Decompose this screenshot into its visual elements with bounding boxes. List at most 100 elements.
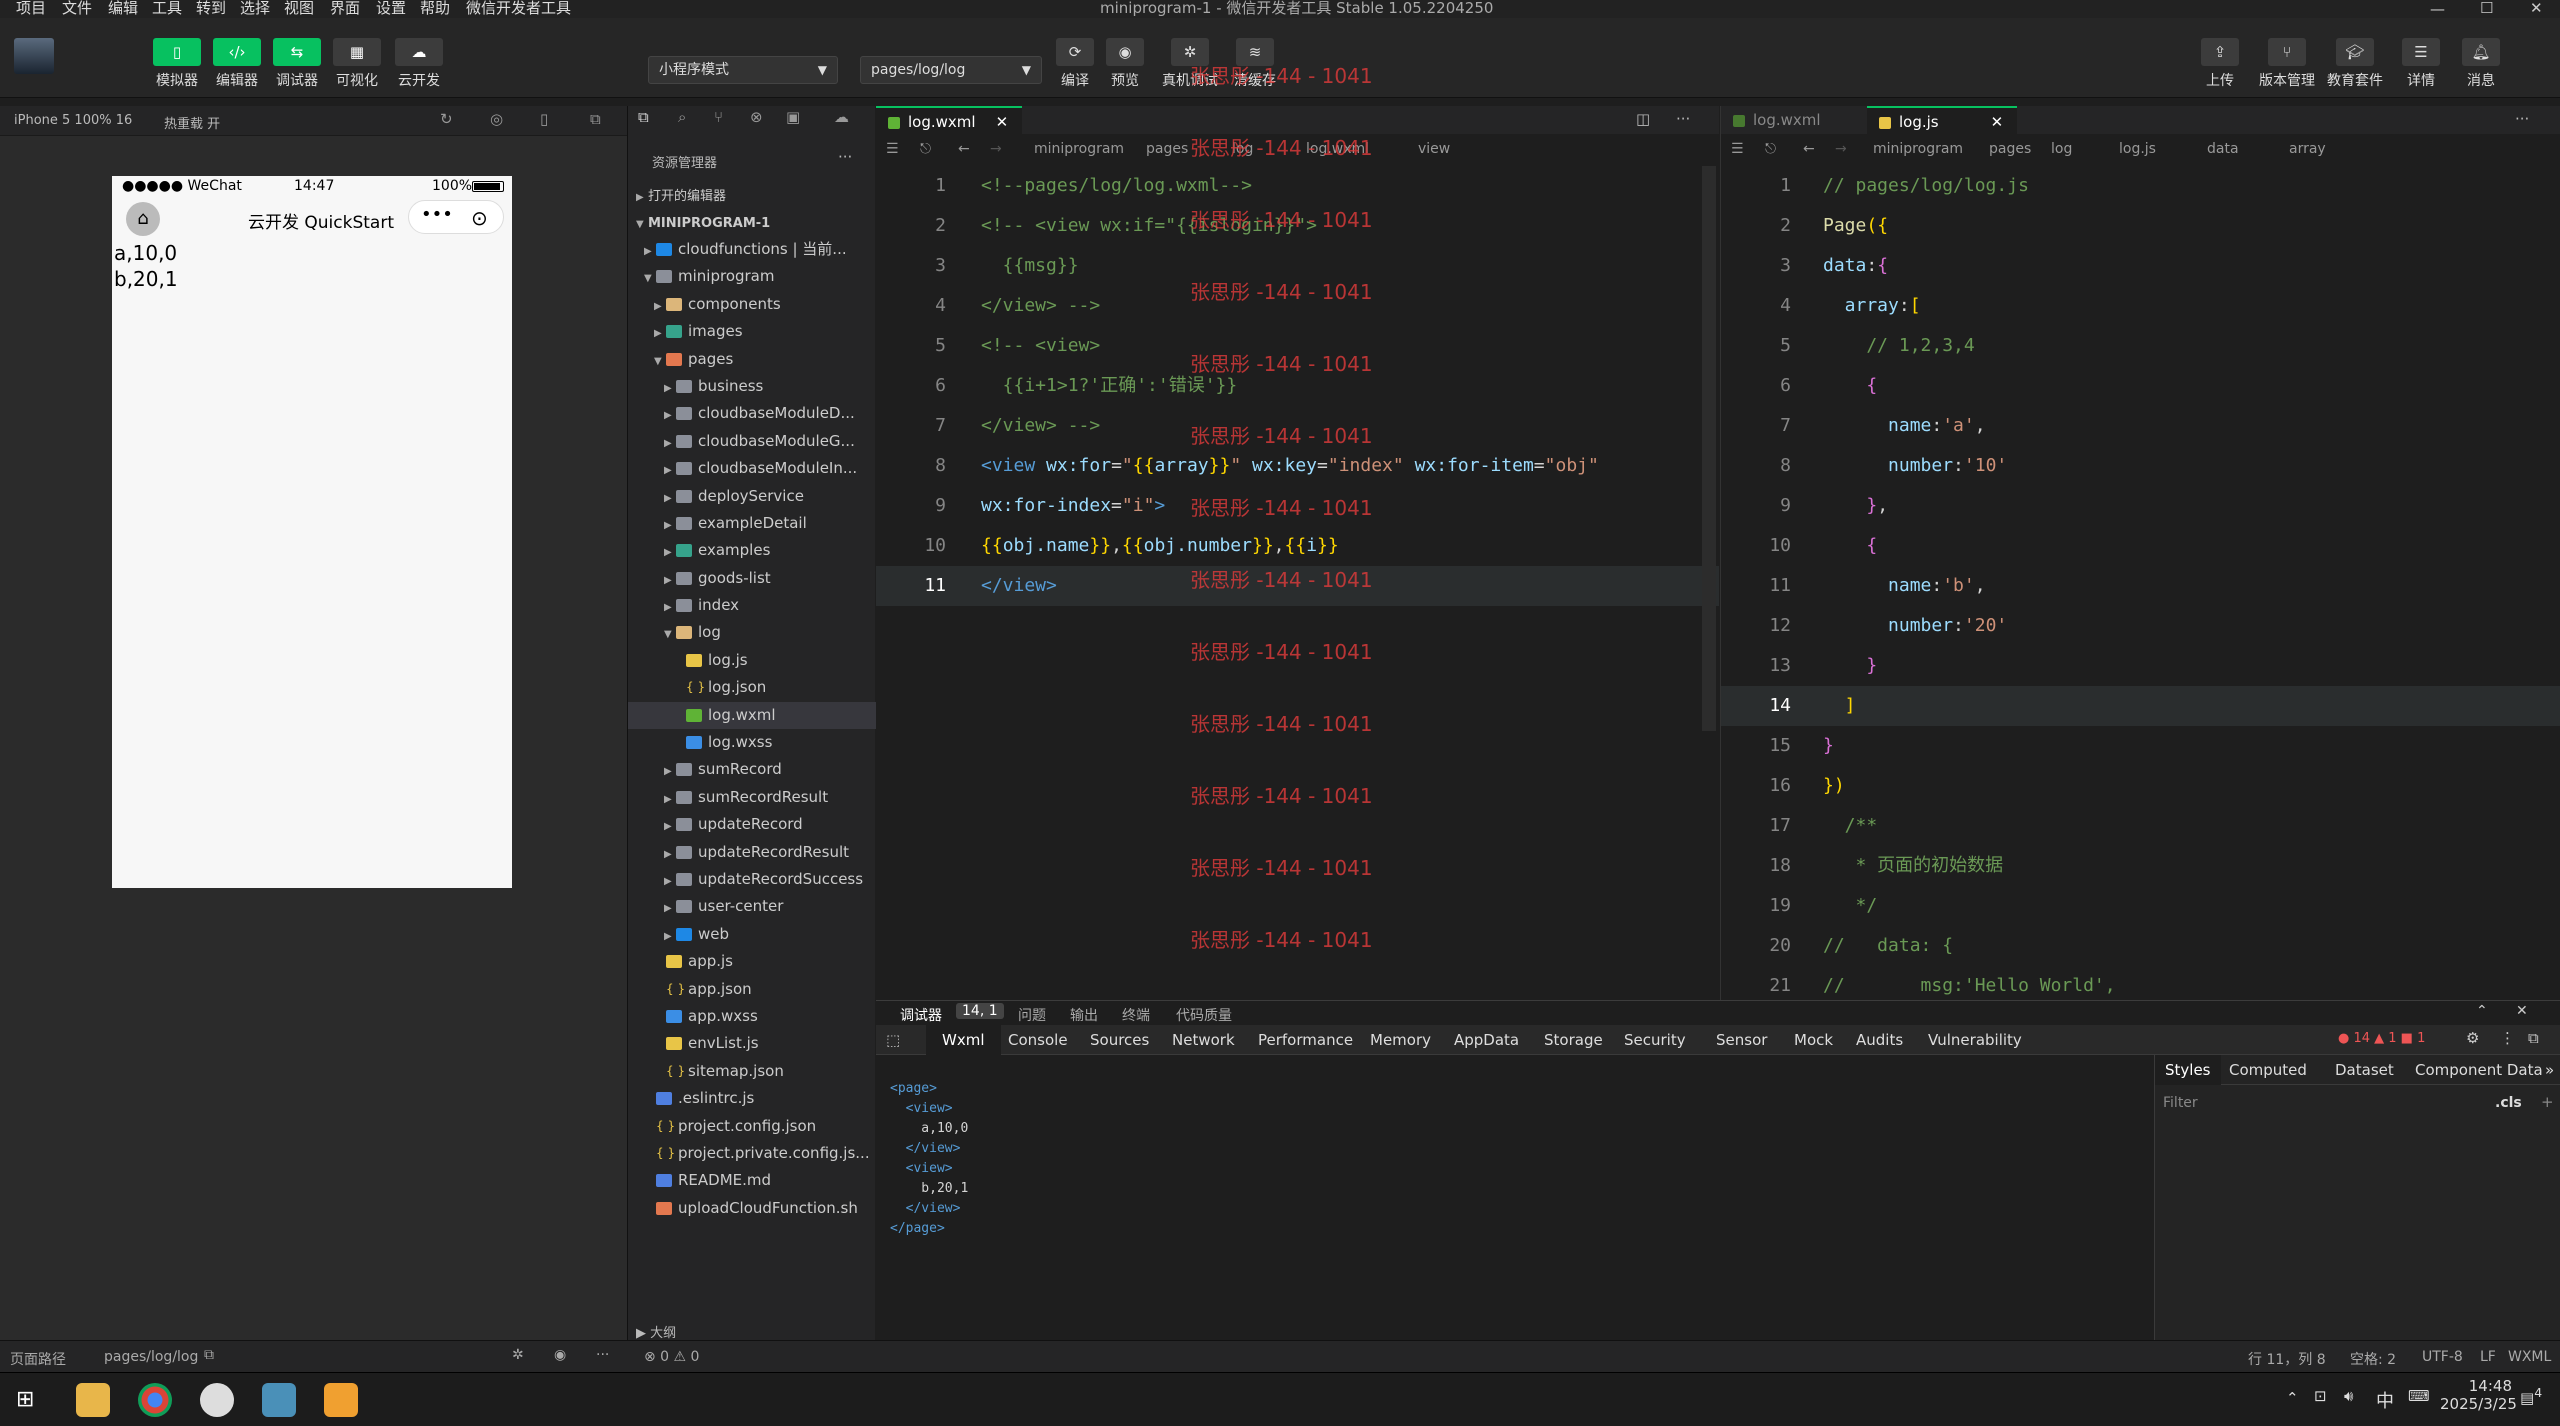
encoding[interactable]: UTF-8 [2422,1349,2463,1365]
keyboard-icon[interactable]: ⌨ [2408,1387,2430,1405]
files-icon[interactable]: ⧉ [638,108,649,126]
device-select[interactable]: iPhone 5 100% 16 [14,113,132,128]
wxml-node[interactable]: <page> [890,1079,968,1099]
tree-item[interactable]: ▶ images [628,318,876,345]
tree-item[interactable]: { } project.config.json [628,1113,876,1140]
forward-icon[interactable]: → [990,134,1002,164]
file-explorer-icon[interactable] [76,1383,110,1417]
education-button[interactable]: 🎓︎ 教育套件 [2320,38,2390,90]
bug-icon[interactable]: ✲ [512,1347,524,1363]
tab-security[interactable]: Security [1624,1025,1686,1055]
tab-sources[interactable]: Sources [1090,1025,1149,1055]
error-counts[interactable]: ● 14 ▲ 1 ■ 1 [2338,1031,2425,1046]
copy-icon[interactable]: ⧉ [204,1347,214,1363]
debug-icon[interactable]: ⊗ [750,108,763,126]
list-icon[interactable]: ☰ [1731,134,1744,164]
cls-button[interactable]: .cls [2495,1095,2522,1111]
rotate-icon[interactable]: ↻ [440,110,453,128]
home-icon[interactable]: ⌂ [126,202,160,236]
tree-item[interactable]: log.wxss [628,729,876,756]
tab-network[interactable]: Network [1172,1025,1235,1055]
tab-problems[interactable]: 问题 [1018,1005,1046,1025]
tree-item[interactable]: ▶ components [628,291,876,318]
hot-reload-toggle[interactable]: 热重载 开 [164,113,220,132]
tab-component-data[interactable]: Component Data [2415,1061,2543,1079]
upload-button[interactable]: ⇪ 上传 [2185,38,2255,90]
tree-item[interactable]: ▼ log [628,619,876,646]
menu-view[interactable]: 视图 [284,0,314,16]
tree-item[interactable]: ▶ index [628,592,876,619]
more-icon[interactable]: ··· [596,1347,609,1363]
more-icon[interactable]: ··· [838,148,852,166]
network-icon[interactable]: ⊡ [2314,1387,2327,1405]
tab-wxml[interactable]: Wxml [926,1025,1001,1055]
menu-goto[interactable]: 转到 [196,0,226,16]
menu-tools[interactable]: 工具 [152,0,182,16]
back-icon[interactable]: ← [958,134,970,164]
preview-button[interactable]: ◉ 预览 [1090,38,1160,90]
tab-output[interactable]: 输出 [1070,1005,1098,1025]
code-area[interactable]: 1// pages/log/log.js 2 Page({ 3 data:{ 4 a… [1721,166,2560,1006]
bookmark-icon[interactable]: ⎋ [920,134,931,164]
tree-item[interactable]: ▶ updateRecord [628,811,876,838]
plus-icon[interactable]: + [2541,1093,2554,1111]
tree-item[interactable]: { } project.private.config.js... [628,1140,876,1167]
tree-item[interactable]: log.wxml [628,701,876,730]
back-icon[interactable]: ← [1803,134,1815,164]
tree-item[interactable]: { } log.json [628,674,876,701]
wechat-icon[interactable] [200,1383,234,1417]
phone-icon[interactable]: ▯ [540,110,548,128]
tab-storage[interactable]: Storage [1544,1025,1603,1055]
minimize-icon[interactable]: — [2430,0,2445,18]
windows-start-icon[interactable]: ⊞ [16,1387,34,1412]
cursor-position[interactable]: 行 11，列 8 [2248,1349,2326,1369]
menu-help[interactable]: 帮助 [420,0,450,16]
line-ending[interactable]: LF [2480,1349,2496,1365]
language-mode[interactable]: WXML [2508,1349,2551,1365]
open-editors-section[interactable]: ▶ 打开的编辑器 ▼ MINIPROGRAM-1 [628,182,876,237]
real-device-debug-button[interactable]: ✲ 真机调试 [1155,38,1225,90]
dock-icon[interactable]: ⧉ [2528,1029,2539,1047]
volume-icon[interactable]: 🔊︎ [2344,1387,2353,1405]
tree-item[interactable]: envList.js [628,1030,876,1057]
wxml-tree[interactable]: <page> <view> a,10,0 </view> <view> b,20… [890,1079,968,1239]
tab-memory[interactable]: Memory [1370,1025,1431,1055]
tree-item[interactable]: ▶ updateRecordSuccess [628,866,876,893]
more-icon[interactable]: ··· [1676,110,1690,128]
close-icon[interactable]: ✕ [2530,0,2543,17]
tree-item[interactable]: ▶ examples [628,537,876,564]
clock[interactable]: 14:48 2025/3/25 [2440,1377,2517,1413]
list-icon[interactable]: ☰ [886,134,899,164]
wxml-node[interactable]: </view> [890,1139,968,1159]
tree-item[interactable]: ▶ sumRecordResult [628,784,876,811]
menu-project[interactable]: 项目 [16,0,46,16]
chevron-up-icon[interactable]: ⌃ [2476,1003,2488,1019]
menu-file[interactable]: 文件 [62,0,92,16]
page-path-label[interactable]: 页面路径 [10,1349,66,1369]
tree-item[interactable]: ▼ miniprogram [628,263,876,290]
ime-indicator[interactable]: 中 [2376,1387,2394,1413]
avatar[interactable] [14,38,54,74]
tab-styles[interactable]: Styles [2155,1055,2221,1085]
editor-button[interactable]: ‹/› 编辑器 [212,38,262,90]
tab-debugger[interactable]: 调试器 [900,1005,942,1025]
version-button[interactable]: ⑂ 版本管理 [2252,38,2322,90]
record-icon[interactable]: ◎ [490,110,503,128]
wxml-node[interactable]: </view> [890,1199,968,1219]
more-vertical-icon[interactable]: ⋮ [2500,1029,2515,1047]
tab-appdata[interactable]: AppData [1454,1025,1519,1055]
git-icon[interactable]: ⑂ [714,108,723,126]
outline-section[interactable]: ▶ 大纲 [636,1322,676,1341]
tree-item[interactable]: ▶ cloudbaseModuleD... [628,400,876,427]
tab-dataset[interactable]: Dataset [2335,1061,2394,1079]
tree-item[interactable]: { } app.json [628,976,876,1003]
eye-icon[interactable]: ◉ [554,1347,566,1363]
maximize-icon[interactable]: ☐ [2480,0,2493,17]
forward-icon[interactable]: → [1835,134,1847,164]
tree-item[interactable]: .eslintrc.js [628,1085,876,1112]
chevron-up-icon[interactable]: ⌃ [2286,1389,2299,1407]
scrollbar[interactable] [1702,166,1716,731]
tab-log-wxml[interactable]: log.wxml [1721,106,1835,134]
clear-cache-button[interactable]: ≋ 清缓存 [1220,38,1290,90]
tree-item[interactable]: ▶ user-center [628,893,876,920]
